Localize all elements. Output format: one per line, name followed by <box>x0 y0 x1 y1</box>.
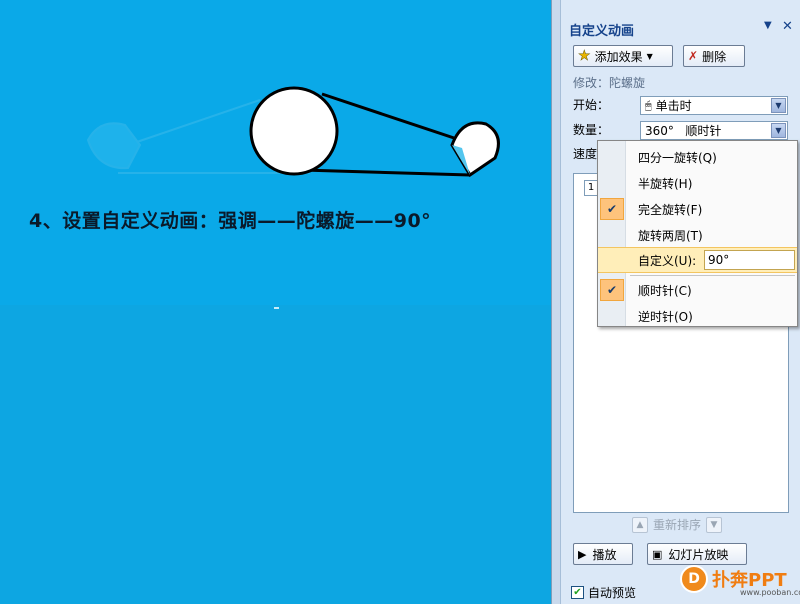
rotation-amount-menu: 四分一旋转(Q) 半旋转(H) ✔ 完全旋转(F) 旋转两周(T) 自定义(U)… <box>597 140 798 327</box>
check-icon: ✔ <box>600 198 624 220</box>
menu-item-label: 半旋转(H) <box>638 176 693 191</box>
play-button[interactable]: ▶ 播放 <box>573 543 633 565</box>
custom-amount-input[interactable]: 90° <box>704 250 795 270</box>
start-label: 开始： <box>573 98 610 112</box>
slide-caption: 4、设置自定义动画：强调——陀螺旋——90° <box>29 210 432 232</box>
belt-top-line <box>321 92 461 142</box>
slide-bottom-area <box>0 305 551 604</box>
menu-item-label: 四分一旋转(Q) <box>638 150 717 165</box>
menu-item-quarter-spin[interactable]: 四分一旋转(Q) <box>598 144 797 170</box>
spinner-diagram <box>86 86 500 178</box>
menu-item-label: 旋转两周(T) <box>638 228 703 243</box>
delete-label: 删除 <box>702 49 727 64</box>
amount-label: 数量： <box>573 123 610 137</box>
reorder-label: 重新排序 <box>653 518 702 532</box>
pane-options-arrow-icon[interactable]: ▼ <box>764 20 772 31</box>
autopreview-label: 自动预览 <box>588 586 637 600</box>
autopreview-checkbox[interactable]: ✔ 自动预览 <box>571 584 636 601</box>
menu-item-half-spin[interactable]: 半旋转(H) <box>598 170 797 196</box>
pane-title: 自定义动画 <box>569 24 635 39</box>
menu-item-label: 顺时针(C) <box>638 283 692 298</box>
chevron-down-icon: ▼ <box>646 51 653 61</box>
amount-value: 360° 顺时针 <box>645 124 722 138</box>
slideshow-button[interactable]: ▣ 幻灯片放映 <box>647 543 747 565</box>
large-pulley <box>249 86 339 176</box>
brand-logo-icon: D <box>680 565 708 593</box>
menu-item-label: 完全旋转(F) <box>638 202 703 217</box>
star-icon: ★ <box>578 48 591 65</box>
menu-item-counterclockwise[interactable]: 逆时针(O) <box>598 303 797 329</box>
slideshow-icon: ▣ <box>652 547 663 561</box>
reorder-controls: ▲ 重新排序 ▼ <box>627 516 727 533</box>
move-up-icon[interactable]: ▲ <box>632 516 648 533</box>
list-item-number[interactable]: 1 <box>584 180 598 196</box>
speed-label: 速度 <box>573 147 598 161</box>
chevron-down-icon[interactable]: ▼ <box>771 98 786 113</box>
amount-select[interactable]: 360° 顺时针 ▼ <box>640 121 788 140</box>
belt-bottom-line <box>301 168 471 177</box>
slide-canvas: 4、设置自定义动画：强调——陀螺旋——90° <box>0 0 551 604</box>
add-effect-label: 添加效果 <box>594 49 643 64</box>
mouse-icon: 🖱 <box>645 98 652 112</box>
pane-title-bar: 自定义动画 ▼ ✕ <box>561 18 800 39</box>
menu-item-custom[interactable]: 自定义(U): 90° <box>598 247 797 273</box>
menu-item-clockwise[interactable]: ✔ 顺时针(C) <box>598 277 797 303</box>
checkbox-check-icon[interactable]: ✔ <box>571 586 584 599</box>
slideshow-label: 幻灯片放映 <box>668 547 729 562</box>
menu-item-label: 逆时针(O) <box>638 309 693 324</box>
brand-url: www.pooban.com <box>740 588 800 597</box>
pane-close-icon[interactable]: ✕ <box>782 19 793 34</box>
menu-item-full-spin[interactable]: ✔ 完全旋转(F) <box>598 196 797 222</box>
play-icon: ▶ <box>578 547 587 561</box>
start-value: 单击时 <box>655 99 692 113</box>
delete-icon: ✗ <box>688 49 699 63</box>
start-select[interactable]: 🖱 单击时 ▼ <box>640 96 788 115</box>
pane-splitter[interactable] <box>551 0 560 604</box>
move-down-icon[interactable]: ▼ <box>706 516 723 533</box>
chevron-down-icon[interactable]: ▼ <box>771 123 786 138</box>
check-icon: ✔ <box>600 279 624 301</box>
menu-item-two-spins[interactable]: 旋转两周(T) <box>598 222 797 248</box>
menu-divider <box>630 275 795 276</box>
slide-marker <box>274 307 279 309</box>
delete-button[interactable]: ✗ 删除 <box>683 45 745 67</box>
add-effect-button[interactable]: ★ 添加效果 ▼ <box>573 45 673 67</box>
play-label: 播放 <box>592 547 617 562</box>
modify-label: 修改：陀螺旋 <box>573 76 646 90</box>
menu-item-label: 自定义(U): <box>638 253 697 268</box>
